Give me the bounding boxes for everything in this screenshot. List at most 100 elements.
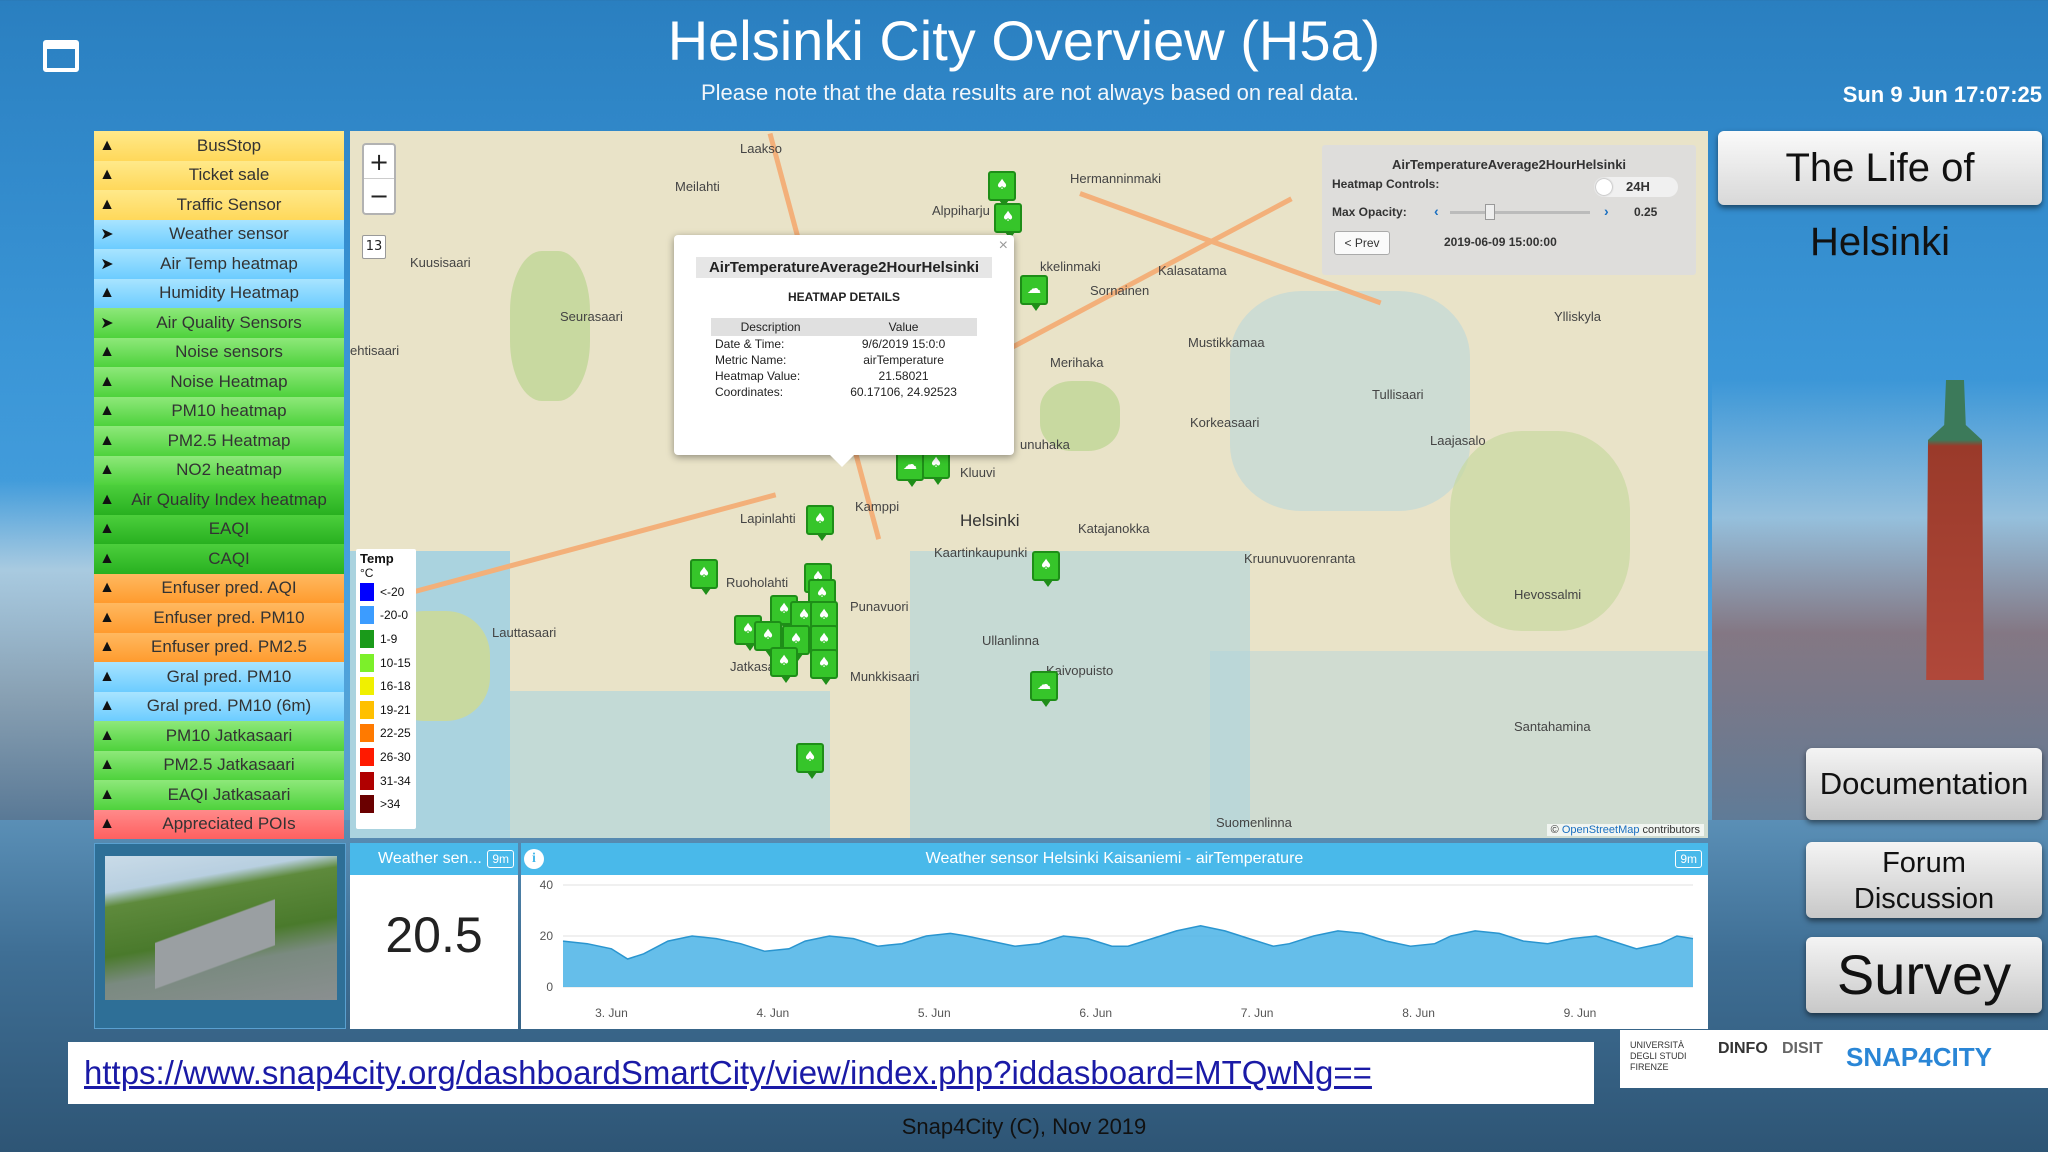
layer-arrow-icon: ▲: [99, 579, 115, 597]
chart-header: i Weather sensor Helsinki Kaisaniemi - a…: [521, 843, 1708, 875]
sidebar-item[interactable]: ▲ Air Quality Index heatmap: [94, 485, 344, 515]
map-place-label: Merihaka: [1050, 355, 1104, 370]
map-place-label: Lapinlahti: [740, 511, 796, 526]
sidebar-item[interactable]: ▲ EAQI: [94, 514, 344, 544]
chart-y-tick-label: 0: [546, 980, 553, 994]
info-icon[interactable]: i: [524, 849, 544, 869]
traffic-camera-image[interactable]: [105, 856, 337, 1006]
heatmap-24h-toggle[interactable]: 24H: [1594, 177, 1678, 197]
layer-arrow-icon: ➤: [100, 255, 114, 273]
heatmap-date: 2019-06-09 15:00:00: [1444, 235, 1557, 249]
sidebar-item[interactable]: ▲ PM10 heatmap: [94, 396, 344, 426]
prev-button[interactable]: < Prev: [1334, 231, 1390, 255]
legend-swatch: [360, 724, 374, 743]
opacity-decrease-icon[interactable]: ‹: [1434, 203, 1439, 219]
sidebar-item[interactable]: ▲ Gral pred. PM10 (6m): [94, 691, 344, 721]
map-marker[interactable]: ♠: [796, 743, 824, 779]
legend-label: -20-0: [380, 608, 409, 623]
sidebar-item-label: EAQI: [208, 519, 250, 539]
temperature-chart[interactable]: 0 20 40 3. Jun 4. Jun 5. Jun 6. Jun 7. Jun 8. Ju…: [521, 875, 1708, 1029]
legend-title: Temp: [360, 551, 394, 566]
legend-label: >34: [380, 797, 401, 812]
chart-x-tick-label: 6. Jun: [1079, 1006, 1112, 1020]
sidebar-item-label: Air Quality Sensors: [156, 312, 302, 332]
map-marker[interactable]: ♠: [806, 505, 834, 541]
popup-title: AirTemperatureAverage2HourHelsinki: [696, 257, 992, 278]
sidebar-item[interactable]: ➤ Weather sensor: [94, 219, 344, 249]
sidebar-item[interactable]: ▲ Enfuser pred. PM10: [94, 603, 344, 633]
map-place-label: Santahamina: [1514, 719, 1591, 734]
sidebar-item[interactable]: ▲ PM10 Jatkasaari: [94, 721, 344, 751]
map[interactable]: Laakso Meilahti Alppiharju Hermanninmaki Kal…: [350, 131, 1708, 838]
osm-link[interactable]: OpenStreetMap: [1562, 824, 1640, 836]
legend-label: 22-25: [380, 726, 411, 741]
map-place-label: Mustikkamaa: [1188, 335, 1265, 350]
sidebar-item[interactable]: ▲ Appreciated POIs: [94, 809, 344, 839]
map-marker[interactable]: ☁: [896, 451, 924, 487]
zoom-out-button[interactable]: −: [364, 179, 394, 213]
map-marker[interactable]: ♠: [770, 647, 798, 683]
background-city-left: [0, 480, 100, 840]
sidebar-item[interactable]: ▲ CAQI: [94, 544, 344, 574]
legend-label: <-20: [380, 584, 405, 599]
layer-arrow-icon: ▲: [99, 402, 115, 420]
sidebar-item[interactable]: ▲ Humidity Heatmap: [94, 278, 344, 308]
map-place-label: Kuusisaari: [410, 255, 471, 270]
layer-arrow-icon: ▲: [99, 461, 115, 479]
popup-row: Heatmap Value: 21.58021: [711, 368, 977, 384]
map-water-harbour: [910, 551, 1250, 838]
attribution-prefix: ©: [1550, 824, 1562, 836]
forum-discussion-button[interactable]: Forum Discussion: [1806, 842, 2042, 918]
map-place-label: Kaartinkaupunki: [934, 545, 1028, 560]
sidebar-item-label: Air Quality Index heatmap: [131, 489, 327, 509]
opacity-slider[interactable]: [1450, 204, 1590, 220]
layer-arrow-icon: ▲: [99, 785, 115, 803]
sidebar-item[interactable]: ▲ EAQI Jatkasaari: [94, 780, 344, 810]
map-place-label: Kluuvi: [960, 465, 996, 480]
layer-arrow-icon: ▲: [99, 815, 115, 833]
map-marker[interactable]: ♠: [810, 649, 838, 685]
map-marker[interactable]: ♠: [994, 203, 1022, 239]
documentation-button[interactable]: Documentation: [1806, 748, 2042, 820]
sidebar-item[interactable]: ➤ Air Temp heatmap: [94, 249, 344, 279]
sidebar-item-label: PM2.5 Heatmap: [167, 430, 291, 450]
map-place-label: Kamppi: [855, 499, 900, 514]
survey-button[interactable]: Survey: [1806, 937, 2042, 1013]
dashboard-url-link[interactable]: https://www.snap4city.org/dashboardSmart…: [84, 1054, 1372, 1092]
legend-row: -20-0: [360, 604, 412, 628]
opacity-slider-thumb[interactable]: [1485, 204, 1495, 220]
sidebar-item[interactable]: ▲ Enfuser pred. AQI: [94, 573, 344, 603]
zoom-in-button[interactable]: +: [364, 145, 394, 179]
popup-close-button[interactable]: ×: [999, 237, 1008, 255]
life-of-helsinki-button[interactable]: The Life of Helsinki: [1718, 131, 2042, 264]
sidebar-item-label: Gral pred. PM10: [166, 666, 292, 686]
sidebar-item[interactable]: ▲ Gral pred. PM10: [94, 662, 344, 692]
sidebar-item-label: Air Temp heatmap: [160, 253, 298, 273]
map-marker[interactable]: ♠: [988, 171, 1016, 207]
sidebar-item[interactable]: ▲ Ticket sale: [94, 160, 344, 190]
chart-y-tick-label: 20: [540, 929, 554, 943]
sidebar-item[interactable]: ➤ Air Quality Sensors: [94, 308, 344, 338]
sidebar-item[interactable]: ▲ Noise sensors: [94, 337, 344, 367]
sidebar-item[interactable]: ▲ Enfuser pred. PM2.5: [94, 632, 344, 662]
sidebar-item[interactable]: ▲ Noise Heatmap: [94, 367, 344, 397]
opacity-increase-icon[interactable]: ›: [1604, 203, 1609, 219]
sidebar-item[interactable]: ▲ Traffic Sensor: [94, 190, 344, 220]
map-marker[interactable]: ♠: [1032, 551, 1060, 587]
legend-swatch: [360, 700, 374, 719]
url-bar: https://www.snap4city.org/dashboardSmart…: [68, 1042, 1594, 1104]
sidebar-item[interactable]: ▲ PM2.5 Heatmap: [94, 426, 344, 456]
map-marker[interactable]: ♠: [690, 559, 718, 595]
map-marker[interactable]: ☁: [1030, 671, 1058, 707]
zoom-level: 13: [362, 235, 386, 259]
sidebar-item[interactable]: ▲ BusStop: [94, 131, 344, 161]
map-place-label: Kalasatama: [1158, 263, 1227, 278]
map-marker[interactable]: ☁: [1020, 275, 1048, 311]
map-attribution: © OpenStreetMap contributors: [1546, 824, 1704, 836]
chart-x-tick-label: 9. Jun: [1564, 1006, 1597, 1020]
sidebar-item[interactable]: ▲ PM2.5 Jatkasaari: [94, 750, 344, 780]
popup-subtitle: HEATMAP DETAILS: [787, 290, 900, 304]
footer: Snap4City (C), Nov 2019: [901, 1114, 1147, 1139]
sidebar-item[interactable]: ▲ NO2 heatmap: [94, 455, 344, 485]
layer-arrow-icon: ▲: [99, 284, 115, 302]
